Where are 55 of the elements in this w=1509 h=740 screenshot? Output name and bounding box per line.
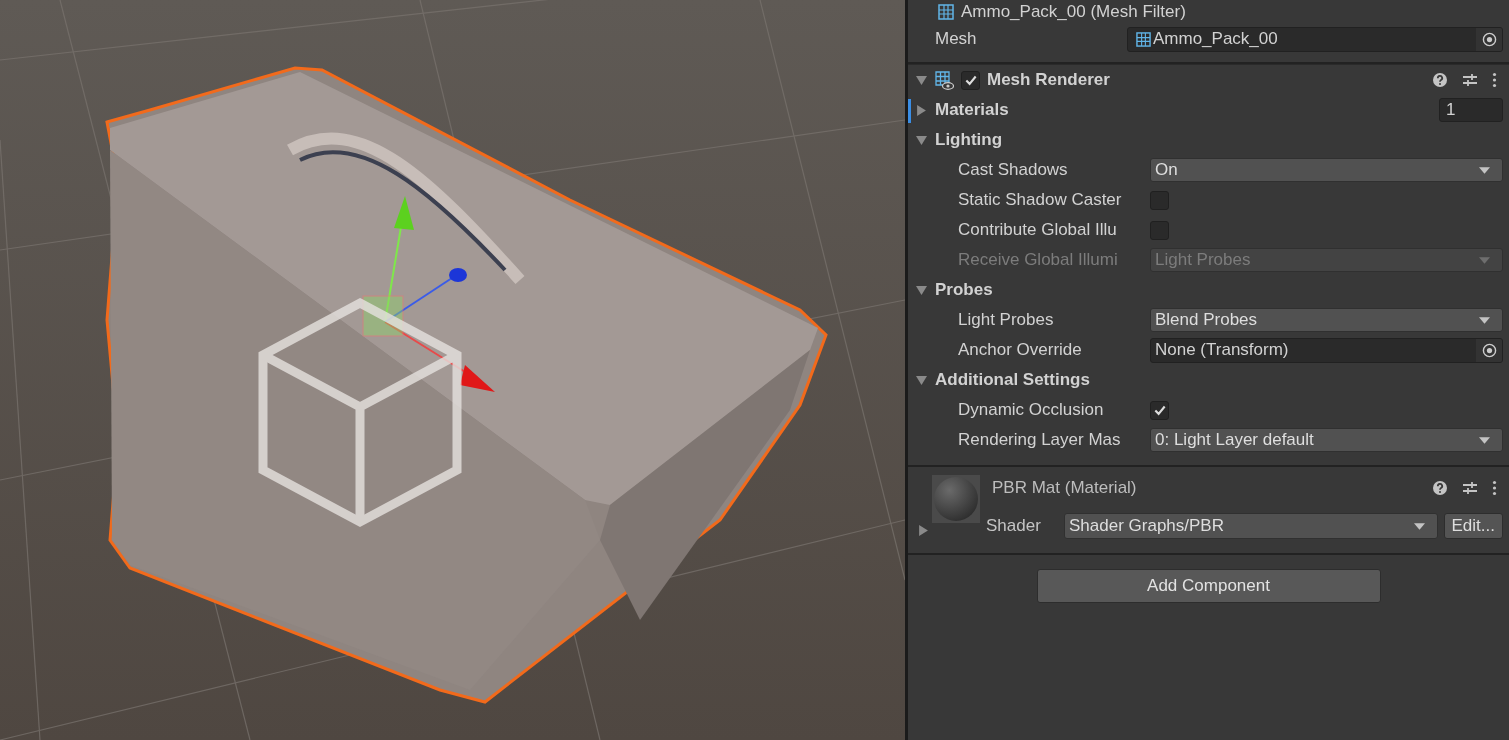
material-title: PBR Mat (Material) bbox=[992, 478, 1137, 498]
field-label: Shader bbox=[986, 516, 1042, 536]
expand-arrow-icon[interactable] bbox=[918, 525, 929, 536]
target-icon[interactable] bbox=[1481, 31, 1497, 47]
section-header[interactable]: Lighting bbox=[935, 130, 1003, 150]
caret-icon bbox=[1479, 166, 1490, 174]
add-component-button[interactable]: Add Component bbox=[1036, 569, 1381, 603]
caret-icon bbox=[1413, 522, 1425, 530]
mesh-field[interactable]: Ammo_Pack_00 bbox=[1127, 26, 1503, 52]
more-options-icon[interactable] bbox=[1492, 480, 1497, 496]
grid-icon bbox=[938, 4, 954, 20]
dropdown[interactable]: Blend Probes bbox=[1150, 308, 1503, 332]
section-header[interactable]: Additional Settings bbox=[935, 370, 1090, 390]
move-gizmo-icon bbox=[362, 196, 495, 392]
sliders-icon[interactable] bbox=[1462, 72, 1478, 88]
target-icon[interactable] bbox=[1481, 342, 1497, 358]
field-label: Cast Shadows bbox=[957, 160, 1069, 180]
cube-icon bbox=[258, 297, 462, 528]
caret-icon bbox=[1479, 256, 1490, 264]
shader-dropdown[interactable]: Shader Graphs/PBR bbox=[1064, 513, 1438, 539]
checkbox[interactable] bbox=[1150, 400, 1169, 420]
collapse-arrow-icon[interactable] bbox=[916, 284, 927, 296]
field-label: Dynamic Occlusion bbox=[957, 400, 1105, 420]
caret-icon bbox=[1479, 316, 1490, 324]
field-label: Light Probes bbox=[957, 310, 1055, 330]
field-label: Contribute Global Illu bbox=[957, 220, 1118, 240]
collapse-arrow-icon[interactable] bbox=[916, 374, 927, 386]
edit-button[interactable]: Edit... bbox=[1443, 513, 1503, 539]
dropdown[interactable]: 0: Light Layer default bbox=[1150, 428, 1503, 452]
sliders-icon[interactable] bbox=[1462, 480, 1478, 496]
help-icon[interactable] bbox=[1432, 72, 1448, 88]
section-header[interactable]: Probes bbox=[935, 280, 993, 300]
field-label: Mesh bbox=[934, 29, 978, 49]
object-field[interactable]: None (Transform) bbox=[1150, 337, 1503, 363]
caret-icon bbox=[1479, 436, 1490, 444]
section-header[interactable]: Materials bbox=[935, 100, 1009, 120]
sphere-preview-icon bbox=[932, 475, 980, 523]
field-label: Static Shadow Caster bbox=[957, 190, 1123, 210]
checkbox[interactable] bbox=[1150, 190, 1169, 210]
collapse-arrow-icon[interactable] bbox=[916, 74, 927, 86]
field-label: Anchor Override bbox=[957, 340, 1083, 360]
help-icon[interactable] bbox=[1432, 480, 1448, 496]
count-field[interactable]: 1 bbox=[1439, 98, 1503, 122]
field-label: Rendering Layer Mas bbox=[957, 430, 1122, 450]
component-title: Ammo_Pack_00 (Mesh Filter) bbox=[961, 2, 1186, 22]
field-label: Receive Global Illumi bbox=[957, 250, 1119, 270]
expand-arrow-icon[interactable] bbox=[916, 104, 927, 116]
checkbox[interactable] bbox=[1150, 220, 1169, 240]
grid-icon bbox=[1136, 31, 1151, 47]
component-title: Mesh Renderer bbox=[987, 70, 1110, 90]
mesh-renderer-icon bbox=[934, 70, 954, 90]
enabled-checkbox[interactable] bbox=[961, 70, 980, 90]
more-options-icon[interactable] bbox=[1492, 72, 1497, 88]
collapse-arrow-icon[interactable] bbox=[916, 134, 927, 146]
dropdown[interactable]: On bbox=[1150, 158, 1503, 182]
